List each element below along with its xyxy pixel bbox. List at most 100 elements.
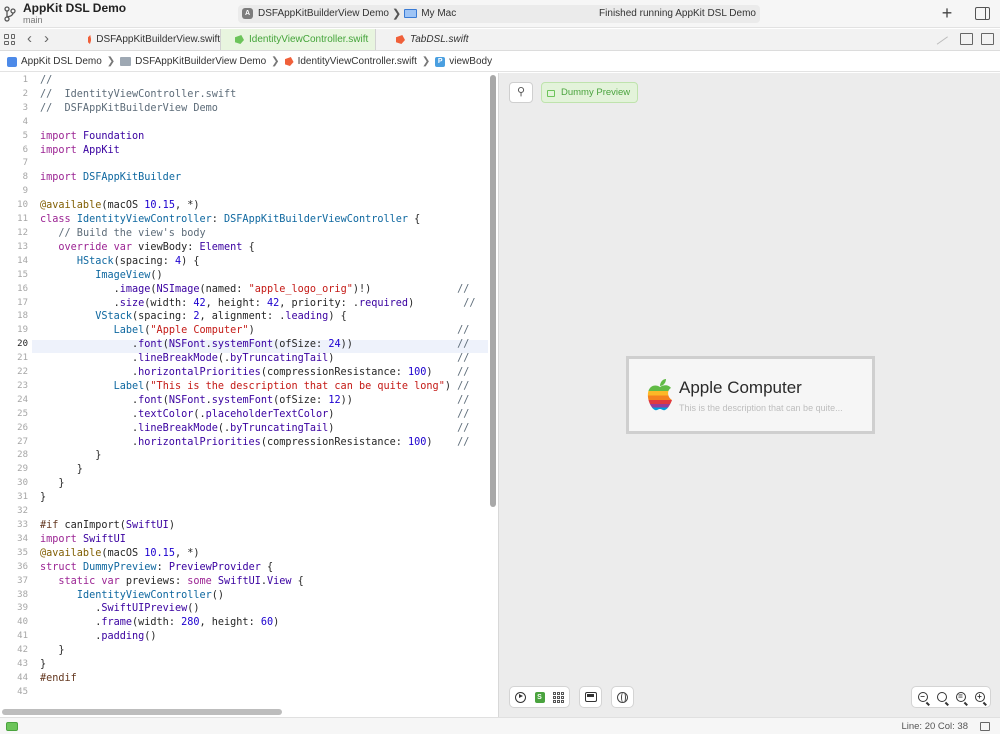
forward-arrow-icon[interactable]: › [44, 30, 49, 48]
line-number: 28 [17, 450, 28, 461]
code-line[interactable]: static var previews: some SwiftUI.View { [40, 575, 490, 589]
code-text[interactable]: //// IdentityViewController.swift// DSFA… [40, 74, 490, 700]
code-line[interactable]: @available(macOS 10.15, *) [40, 199, 490, 213]
code-line[interactable]: .size(width: 42, height: 42, priority: .… [40, 297, 490, 311]
line-number: 14 [17, 255, 28, 266]
line-number: 41 [17, 631, 28, 642]
pin-icon[interactable]: ⚲ [509, 82, 533, 103]
code-line[interactable]: .frame(width: 280, height: 60) [40, 616, 490, 630]
related-items-icon[interactable] [4, 34, 15, 45]
code-line[interactable]: .font(NSFont.systemFont(ofSize: 12)) // [40, 394, 490, 408]
code-line[interactable]: // IdentityViewController.swift [40, 88, 490, 102]
tab-tabdsl[interactable]: TabDSL.swift [382, 29, 492, 50]
code-line[interactable]: ​ [40, 157, 490, 171]
code-line[interactable]: @available(macOS 10.15, *) [40, 547, 490, 561]
code-line[interactable]: ImageView() [40, 269, 490, 283]
line-number: 5 [22, 130, 28, 141]
selectable-mode-button[interactable]: S [533, 691, 546, 704]
branch-name[interactable]: main [23, 15, 43, 25]
code-line[interactable]: } [40, 491, 490, 505]
code-line[interactable]: ​ [40, 505, 490, 519]
code-line[interactable]: VStack(spacing: 2, alignment: .leading) … [40, 310, 490, 324]
line-number: 24 [17, 394, 28, 405]
debug-toggle-icon[interactable] [980, 722, 990, 731]
code-line[interactable]: .SwiftUIPreview() [40, 602, 490, 616]
line-number: 21 [17, 353, 28, 364]
code-line[interactable]: // [40, 74, 490, 88]
scheme-selector[interactable]: A DSFAppKitBuilderView Demo ❯ My Mac [242, 7, 456, 20]
zoom-controls: − = + [911, 686, 991, 708]
swift-file-icon [88, 35, 92, 44]
breadcrumb-label: DSFAppKitBuilderView Demo [135, 56, 267, 67]
code-line[interactable]: #endif [40, 672, 490, 686]
zoom-out-button[interactable]: − [916, 691, 929, 704]
line-number: 38 [17, 589, 28, 600]
code-line[interactable]: // DSFAppKitBuilderView Demo [40, 102, 490, 116]
project-name[interactable]: AppKit DSL Demo [23, 1, 126, 15]
code-line[interactable]: struct DummyPreview: PreviewProvider { [40, 561, 490, 575]
appearance-button[interactable] [616, 691, 629, 704]
code-line[interactable]: .font(NSFont.systemFont(ofSize: 24)) // [40, 338, 490, 352]
code-line[interactable]: .textColor(.placeholderTextColor) // [40, 408, 490, 422]
code-line[interactable]: } [40, 644, 490, 658]
code-line[interactable]: } [40, 658, 490, 672]
property-icon: P [435, 56, 446, 67]
preview-chip[interactable]: Dummy Preview [541, 82, 639, 103]
code-line[interactable]: Label("Apple Computer") // [40, 324, 490, 338]
editor-options-icon[interactable] [960, 33, 973, 45]
live-preview-button[interactable] [514, 691, 527, 704]
vertical-scrollbar[interactable] [490, 75, 496, 507]
source-editor[interactable]: 1 2 3 4 5 6 7 8 9 10 11 12 13 14 15 16 17 18 19 20 21 22 23 24 2… [0, 73, 498, 717]
code-line[interactable]: .horizontalPriorities(compressionResista… [40, 436, 490, 450]
code-line[interactable]: } [40, 449, 490, 463]
zoom-actual-button[interactable]: = [954, 691, 967, 704]
swift-file-icon [396, 35, 405, 44]
code-line[interactable]: HStack(spacing: 4) { [40, 255, 490, 269]
code-line[interactable]: ​ [40, 686, 490, 700]
code-line[interactable]: } [40, 463, 490, 477]
code-line[interactable]: .image(NSImage(named: "apple_logo_orig")… [40, 283, 490, 297]
code-line[interactable]: // Build the view's body [40, 227, 490, 241]
code-line[interactable]: .horizontalPriorities(compressionResista… [40, 366, 490, 380]
editor-tab-bar: ‹ › DSFAppKitBuilderView.swift IdentityV… [0, 29, 1000, 54]
line-number: 44 [17, 672, 28, 683]
code-line[interactable]: ​ [40, 185, 490, 199]
line-number: 34 [17, 533, 28, 544]
breadcrumb-file[interactable]: IdentityViewController.swift [284, 56, 417, 67]
breadcrumb-project[interactable]: AppKit DSL Demo [7, 56, 102, 67]
split-editor-icon[interactable] [981, 33, 994, 45]
debug-area-icon[interactable] [6, 722, 18, 731]
code-line[interactable]: #if canImport(SwiftUI) [40, 519, 490, 533]
preview-frame[interactable]: Apple Computer This is the description t… [626, 356, 875, 434]
title-bar: AppKit DSL Demo main A DSFAppKitBuilderV… [0, 0, 1000, 28]
code-line[interactable]: import DSFAppKitBuilder [40, 171, 490, 185]
code-line[interactable]: IdentityViewController() [40, 589, 490, 603]
tab-dsfappkitbuilderview[interactable]: DSFAppKitBuilderView.swift [74, 29, 220, 50]
zoom-in-button[interactable]: + [973, 691, 986, 704]
code-line[interactable]: Label("This is the description that can … [40, 380, 490, 394]
code-line[interactable]: import AppKit [40, 144, 490, 158]
sidebar-right-icon[interactable] [975, 7, 990, 20]
device-settings-button[interactable] [584, 691, 597, 704]
code-line[interactable]: class IdentityViewController: DSFAppKitB… [40, 213, 490, 227]
breadcrumb-group[interactable]: DSFAppKitBuilderView Demo [120, 56, 266, 67]
code-line[interactable]: override var viewBody: Element { [40, 241, 490, 255]
breadcrumb-symbol[interactable]: P viewBody [435, 56, 492, 67]
variants-button[interactable] [552, 691, 565, 704]
code-line[interactable]: .lineBreakMode(.byTruncatingTail) // [40, 422, 490, 436]
code-line[interactable]: } [40, 477, 490, 491]
zoom-to-fit-button[interactable] [935, 691, 948, 704]
run-destination[interactable]: My Mac [421, 8, 456, 19]
line-number: 6 [22, 144, 28, 155]
code-line[interactable]: import Foundation [40, 130, 490, 144]
scheme-name[interactable]: DSFAppKitBuilderView Demo [258, 8, 389, 19]
plus-icon[interactable]: + [938, 3, 956, 23]
breadcrumb: AppKit DSL Demo ❯ DSFAppKitBuilderView D… [0, 52, 1000, 72]
code-line[interactable]: .padding() [40, 630, 490, 644]
code-line[interactable]: ​ [40, 116, 490, 130]
code-line[interactable]: .lineBreakMode(.byTruncatingTail) // [40, 352, 490, 366]
back-arrow-icon[interactable]: ‹ [27, 30, 32, 48]
tab-identityviewcontroller[interactable]: IdentityViewController.swift [220, 29, 376, 50]
horizontal-scrollbar[interactable] [2, 709, 282, 715]
code-line[interactable]: import SwiftUI [40, 533, 490, 547]
